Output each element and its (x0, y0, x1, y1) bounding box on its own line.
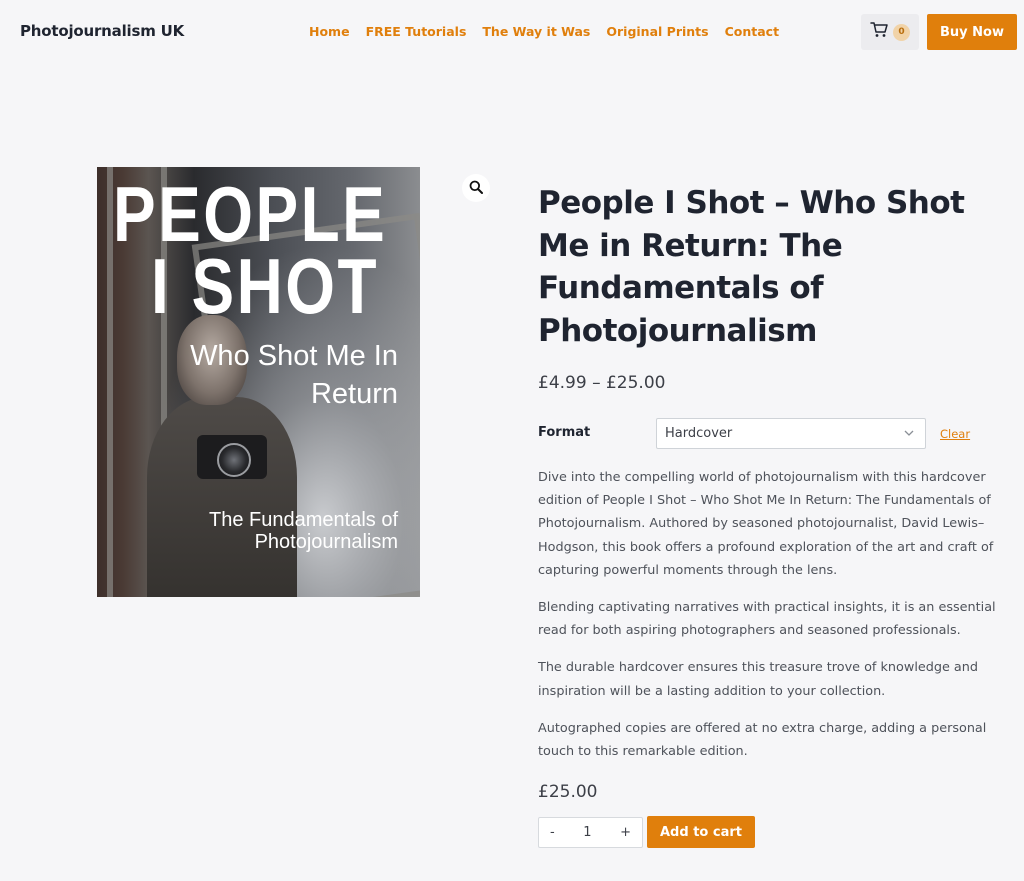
description-paragraph: Dive into the compelling world of photoj… (538, 470, 994, 578)
zoom-button[interactable] (462, 174, 490, 202)
add-to-cart-button[interactable]: Add to cart (647, 816, 755, 848)
product-title: People I Shot – Who Shot Me in Return: T… (538, 185, 965, 349)
variation-price: £25.00 (538, 782, 598, 802)
description-paragraph: Autographed copies are offered at no ext… (538, 720, 987, 760)
buy-now-button[interactable]: Buy Now (927, 14, 1017, 50)
description-paragraph: Blending captivating narratives with pra… (538, 600, 996, 639)
price-range: £4.99 – £25.00 (538, 373, 666, 393)
nav-original-prints[interactable]: Original Prints (606, 24, 708, 39)
nav-the-way-it-was[interactable]: The Way it Was (482, 24, 590, 39)
cart-icon (870, 22, 888, 42)
cart-button[interactable]: 0 (861, 14, 919, 50)
cover-title-line2: I SHOT (151, 242, 379, 330)
cover-tagline: The Fundamentals of Photojournalism (209, 509, 398, 553)
format-label: Format (538, 425, 591, 440)
nav-free-tutorials[interactable]: FREE Tutorials (366, 24, 467, 39)
nav-contact[interactable]: Contact (725, 24, 779, 39)
quantity-stepper: - 1 + (538, 817, 643, 848)
cart-count-badge: 0 (893, 23, 910, 41)
magnifier-icon (469, 179, 483, 198)
format-select-value: Hardcover (665, 426, 733, 441)
description-paragraph: The durable hardcover ensures this treas… (538, 660, 979, 699)
chevron-down-icon (903, 427, 915, 443)
quantity-input[interactable]: 1 (583, 825, 591, 840)
product-description: Dive into the compelling world of photoj… (538, 466, 1020, 777)
nav-home[interactable]: Home (309, 24, 350, 39)
format-select[interactable]: Hardcover (656, 418, 926, 449)
cover-subtitle: Who Shot Me In Return (190, 340, 398, 410)
main-nav: Home FREE Tutorials The Way it Was Origi… (309, 24, 795, 39)
quantity-plus-button[interactable]: + (620, 825, 631, 840)
clear-variation-link[interactable]: Clear (940, 427, 970, 441)
product-image[interactable]: PEOPLE I SHOT Who Shot Me In Return The … (97, 167, 420, 597)
quantity-minus-button[interactable]: - (550, 825, 555, 840)
site-title[interactable]: Photojournalism UK (20, 22, 184, 40)
